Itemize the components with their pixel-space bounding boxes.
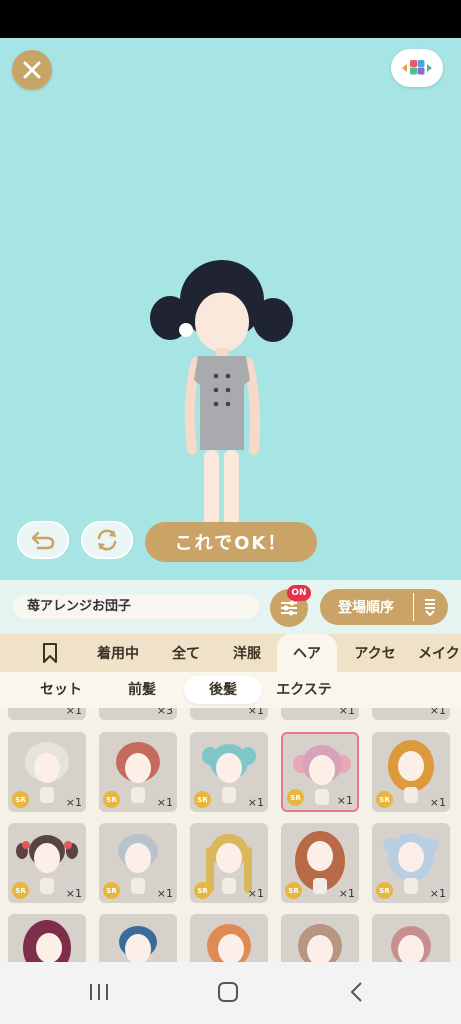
item-tile[interactable]: SR ×1 — [99, 732, 177, 812]
item-count: ×1 — [247, 796, 264, 809]
item-count: ×1 — [65, 708, 82, 717]
sort-button[interactable]: 登場順序 — [320, 589, 448, 625]
item-grid: ×1 ×3 ×1 ×1 ×1 SR ×1 SR ×1 SR ×1 SR ×1 S… — [0, 708, 461, 962]
item-count: ×1 — [156, 796, 173, 809]
item-count: ×1 — [156, 887, 173, 900]
rarity-badge: SR — [376, 791, 393, 808]
item-tile[interactable] — [190, 914, 268, 962]
item-toolbar: 苺アレンジお団子 ON 登場順序 — [0, 580, 461, 634]
rarity-badge: SR — [103, 882, 120, 899]
item-tile[interactable]: SR ×1 — [281, 823, 359, 903]
item-tile[interactable]: ×1 — [190, 708, 268, 720]
confirm-button[interactable]: これでOK！ — [145, 522, 317, 562]
avatar-stage: これでOK！ — [0, 38, 461, 580]
palette-icon — [402, 60, 432, 75]
undo-button[interactable] — [17, 521, 69, 559]
hair-preview — [119, 926, 157, 962]
item-tile[interactable]: SR ×1 — [190, 823, 268, 903]
sort-order-icon[interactable] — [422, 597, 438, 617]
item-count: ×1 — [247, 708, 264, 717]
rarity-badge: SR — [103, 791, 120, 808]
recent-apps-icon[interactable] — [88, 980, 110, 1004]
rarity-badge: SR — [12, 882, 29, 899]
item-count: ×1 — [338, 887, 355, 900]
filter-on-badge: ON — [287, 585, 311, 601]
item-tile[interactable]: ×1 — [281, 708, 359, 720]
item-tile[interactable] — [8, 914, 86, 962]
item-tile[interactable]: SR ×1 — [8, 823, 86, 903]
tab-wearing[interactable]: 着用中 — [88, 634, 148, 672]
hair-preview — [391, 926, 431, 962]
item-tile[interactable] — [99, 914, 177, 962]
item-count: ×1 — [336, 794, 353, 807]
item-tile[interactable]: SR ×1 — [8, 732, 86, 812]
sort-label: 登場順序 — [338, 600, 394, 616]
avatar-figure — [150, 260, 293, 528]
close-button[interactable] — [12, 50, 52, 90]
item-tile[interactable]: ×1 — [372, 708, 450, 720]
sliders-icon — [281, 600, 297, 616]
item-count: ×1 — [65, 887, 82, 900]
rarity-badge: SR — [194, 791, 211, 808]
close-icon — [23, 61, 41, 79]
tab-hair[interactable]: ヘア — [277, 634, 337, 672]
item-tile-selected[interactable]: SR ×1 — [281, 732, 359, 812]
tab-clothes[interactable]: 洋服 — [222, 634, 272, 672]
item-count: ×1 — [247, 887, 264, 900]
subtab-front-hair[interactable]: 前髪 — [104, 676, 180, 704]
tab-makeup[interactable]: メイク — [418, 634, 461, 672]
item-tile[interactable] — [372, 914, 450, 962]
rotate-button[interactable] — [81, 521, 133, 559]
item-tile[interactable] — [281, 914, 359, 962]
hair-subtabs: セット 前髪 後髪 エクステ — [0, 672, 461, 708]
item-tile[interactable]: SR ×1 — [372, 732, 450, 812]
bookmark-icon — [43, 643, 57, 663]
subtab-set[interactable]: セット — [22, 676, 100, 704]
rarity-badge: SR — [194, 882, 211, 899]
hair-preview — [207, 924, 251, 962]
sort-divider — [413, 593, 414, 621]
system-nav-bar — [0, 962, 461, 1024]
item-count: ×1 — [338, 708, 355, 717]
rarity-badge: SR — [12, 791, 29, 808]
rotate-icon — [97, 529, 117, 551]
item-count: ×1 — [429, 796, 446, 809]
hair-preview — [298, 924, 342, 962]
back-icon[interactable] — [346, 980, 368, 1004]
item-name-field[interactable]: 苺アレンジお団子 — [13, 595, 259, 619]
tab-bookmark[interactable] — [28, 634, 72, 672]
rarity-badge: SR — [287, 789, 304, 806]
hair-preview — [23, 920, 71, 962]
tab-accessory[interactable]: アクセ — [345, 634, 405, 672]
item-count: ×1 — [429, 708, 446, 717]
item-tile[interactable]: SR ×1 — [99, 823, 177, 903]
rarity-badge: SR — [376, 882, 393, 899]
category-tabs: 着用中 全て 洋服 ヘア アクセ メイク — [0, 634, 461, 672]
item-count: ×1 — [65, 796, 82, 809]
item-count: ×3 — [156, 708, 173, 717]
tab-all[interactable]: 全て — [162, 634, 210, 672]
item-tile[interactable]: SR ×1 — [190, 732, 268, 812]
home-icon[interactable] — [217, 980, 239, 1004]
rarity-badge: SR — [285, 882, 302, 899]
undo-icon — [31, 531, 55, 550]
subtab-extension[interactable]: エクステ — [266, 676, 342, 704]
item-tile[interactable]: ×3 — [99, 708, 177, 720]
palette-button[interactable] — [391, 49, 443, 87]
item-tile[interactable]: SR ×1 — [372, 823, 450, 903]
item-count: ×1 — [429, 887, 446, 900]
subtab-back-hair[interactable]: 後髪 — [184, 676, 262, 704]
status-bar — [0, 0, 461, 38]
item-tile[interactable]: ×1 — [8, 708, 86, 720]
